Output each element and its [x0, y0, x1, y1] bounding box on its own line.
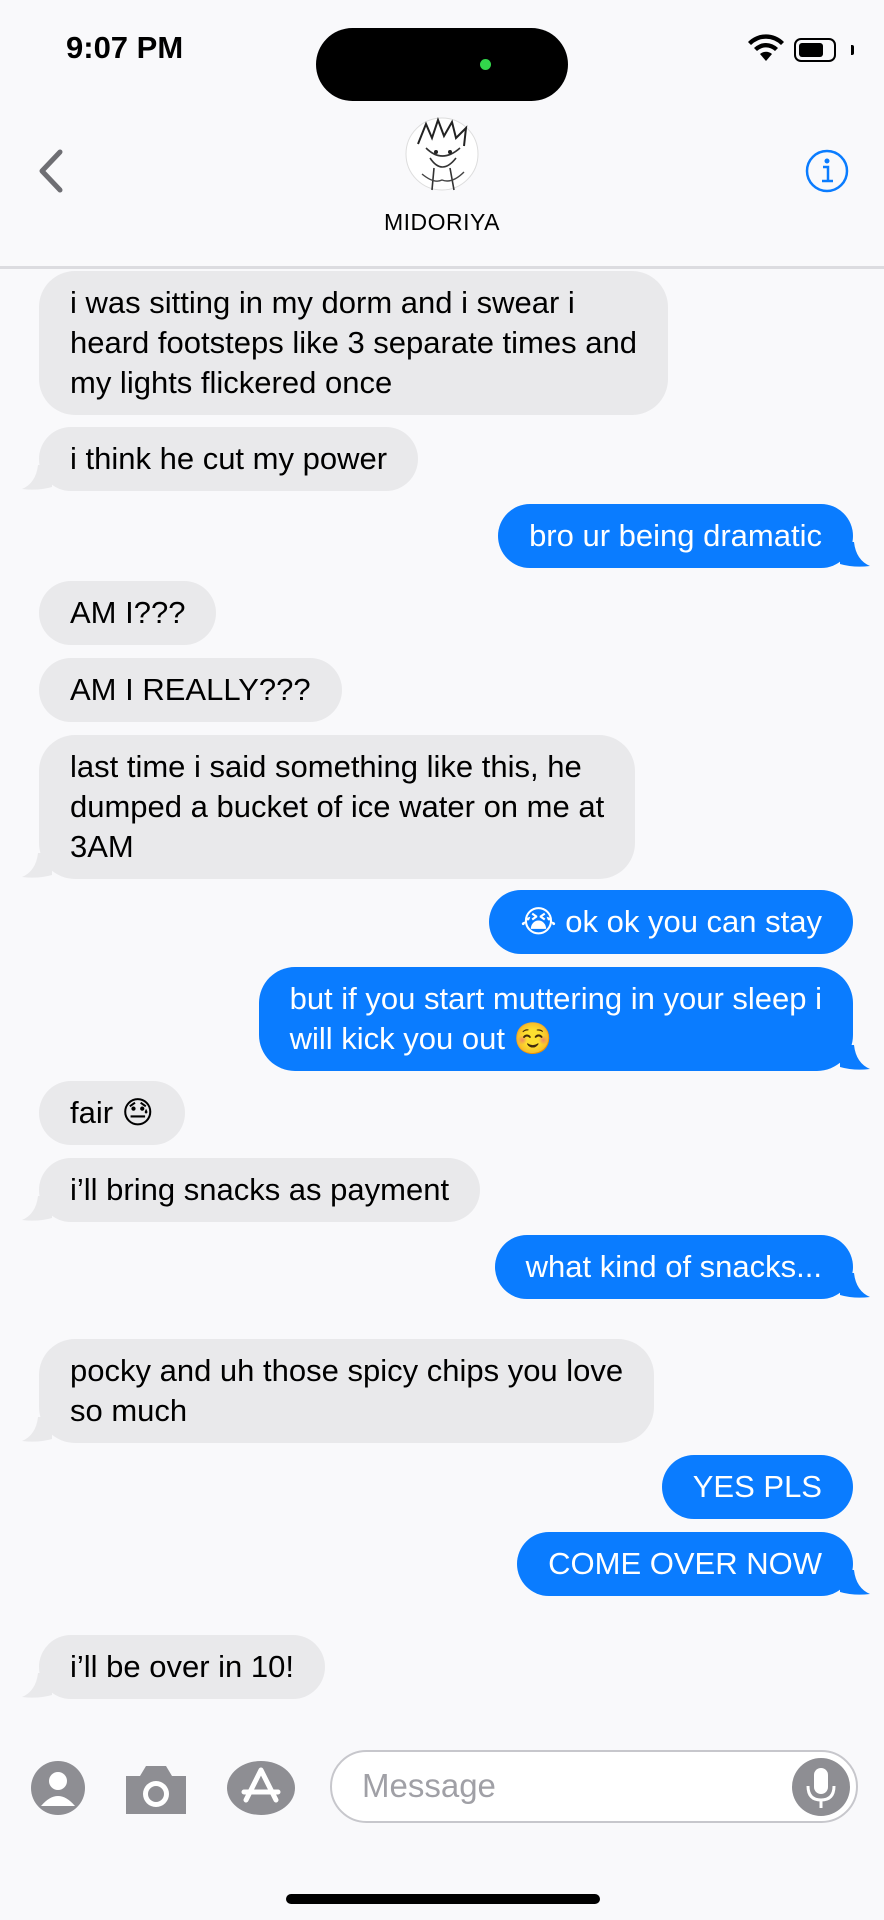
incoming-message: AM I REALLY??? — [0, 658, 884, 722]
message-bubble[interactable]: i’ll be over in 10! — [39, 1635, 326, 1699]
bubble-tail — [22, 465, 52, 490]
message-thread[interactable]: i was sitting in my dorm and i swear i h… — [0, 268, 884, 1728]
incoming-message: i think he cut my power — [0, 427, 884, 491]
outgoing-message: but if you start muttering in your sleep… — [0, 967, 884, 1071]
app-store-icon[interactable] — [226, 1760, 296, 1816]
message-bubble[interactable]: YES PLS — [661, 1455, 853, 1519]
contacts-icon[interactable] — [30, 1760, 86, 1816]
bubble-tail — [840, 1045, 870, 1070]
message-bubble[interactable]: bro ur being dramatic — [498, 504, 853, 568]
message-bubble[interactable]: pocky and uh those spicy chips you love … — [39, 1339, 655, 1443]
camera-indicator-dot — [480, 59, 491, 70]
message-bubble[interactable]: 😭 ok ok you can stay — [489, 890, 853, 954]
bubble-tail — [840, 542, 870, 567]
conversation-header: MIDORIYA — [0, 108, 884, 269]
info-icon[interactable] — [804, 148, 850, 194]
message-bubble[interactable]: what kind of snacks... — [494, 1235, 853, 1299]
message-bubble[interactable]: COME OVER NOW — [517, 1532, 853, 1596]
home-indicator[interactable] — [286, 1894, 600, 1904]
bubble-tail — [22, 1417, 52, 1442]
incoming-message: i’ll be over in 10! — [0, 1635, 884, 1699]
wifi-icon — [748, 34, 784, 61]
contact-name[interactable]: MIDORIYA — [0, 209, 884, 236]
camera-icon[interactable] — [122, 1764, 190, 1816]
battery-cap — [851, 45, 854, 55]
outgoing-message: YES PLS — [0, 1455, 884, 1519]
microphone-icon[interactable] — [792, 1758, 850, 1816]
back-chevron-icon[interactable] — [34, 148, 68, 194]
outgoing-message: 😭 ok ok you can stay — [0, 890, 884, 954]
message-bubble[interactable]: last time i said something like this, he… — [39, 735, 636, 879]
message-input-bar: Message — [0, 1728, 884, 1920]
message-bubble[interactable]: AM I REALLY??? — [39, 658, 342, 722]
message-placeholder: Message — [362, 1767, 496, 1804]
bubble-tail — [840, 1273, 870, 1298]
status-time: 9:07 PM — [66, 30, 184, 65]
battery-icon — [794, 38, 836, 62]
outgoing-message: COME OVER NOW — [0, 1532, 884, 1596]
bubble-tail — [22, 853, 52, 878]
incoming-message: i was sitting in my dorm and i swear i h… — [0, 271, 884, 415]
message-bubble[interactable]: fair 😓 — [39, 1081, 185, 1145]
bubble-tail — [840, 1570, 870, 1595]
message-bubble[interactable]: i was sitting in my dorm and i swear i h… — [39, 271, 668, 415]
contact-avatar[interactable] — [404, 114, 480, 196]
outgoing-message: what kind of snacks... — [0, 1235, 884, 1299]
bubble-tail — [22, 1196, 52, 1221]
message-bubble[interactable]: but if you start muttering in your sleep… — [258, 967, 853, 1071]
message-bubble[interactable]: i think he cut my power — [39, 427, 419, 491]
incoming-message: pocky and uh those spicy chips you love … — [0, 1339, 884, 1443]
bubble-tail — [22, 1673, 52, 1698]
incoming-message: last time i said something like this, he… — [0, 735, 884, 879]
message-bubble[interactable]: i’ll bring snacks as payment — [39, 1158, 481, 1222]
incoming-message: fair 😓 — [0, 1081, 884, 1145]
incoming-message: i’ll bring snacks as payment — [0, 1158, 884, 1222]
message-bubble[interactable]: AM I??? — [39, 581, 217, 645]
incoming-message: AM I??? — [0, 581, 884, 645]
message-input[interactable]: Message — [330, 1750, 858, 1823]
outgoing-message: bro ur being dramatic — [0, 504, 884, 568]
dynamic-island — [316, 28, 568, 101]
